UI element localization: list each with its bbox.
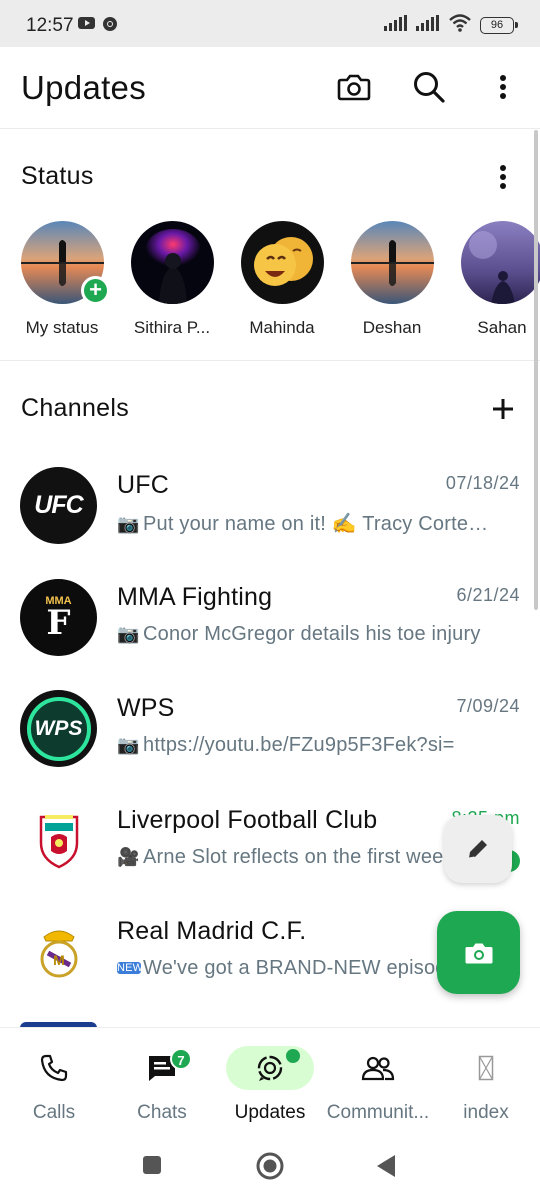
system-navigation-bar: [0, 1137, 540, 1200]
back-button[interactable]: [375, 1154, 397, 1178]
status-name: Sahan: [477, 318, 527, 337]
signal-icon: [384, 15, 408, 36]
add-channel-button[interactable]: [485, 391, 521, 427]
chrome-icon: [102, 16, 118, 37]
square-icon: [143, 1156, 161, 1174]
real-madrid-crest-icon: M: [40, 930, 77, 977]
wps-logo: WPS: [34, 716, 83, 740]
camera-button[interactable]: [334, 67, 374, 107]
more-vert-icon: [500, 75, 506, 99]
channel-row-wps[interactable]: WPS WPS 7/09/24 📷 https://youtu.be/FZu9p5…: [0, 690, 540, 802]
photo-icon: 📷: [117, 624, 140, 644]
channel-name: Liverpool Football Club: [117, 806, 378, 834]
status-item-mahinda[interactable]: Mahinda: [227, 221, 337, 338]
communities-icon: [361, 1056, 395, 1081]
more-options-button[interactable]: [483, 67, 523, 107]
home-button[interactable]: [255, 1151, 285, 1181]
status-name: My status: [25, 318, 99, 337]
avatar: [130, 221, 214, 304]
recents-button[interactable]: [142, 1155, 162, 1175]
status-name: Sithira P...: [133, 318, 211, 337]
avatar: [350, 221, 434, 304]
new-icon: NEW: [117, 962, 144, 974]
search-button[interactable]: [409, 67, 449, 107]
status-more-button[interactable]: [483, 160, 523, 194]
unread-count-badge: 7: [170, 1048, 192, 1070]
channel-name: MMA Fighting: [117, 583, 273, 611]
placeholder-icon: [478, 1055, 494, 1081]
nav-label: Calls: [32, 1102, 76, 1123]
liverpool-crest-icon: [39, 814, 78, 868]
new-text-status-button[interactable]: [444, 815, 512, 883]
battery-indicator: 96: [480, 17, 518, 34]
status-name: Deshan: [362, 318, 422, 337]
channel-date: 6/21/24: [456, 585, 520, 605]
status-item-sahan[interactable]: Sahan: [447, 221, 540, 338]
home-circle-icon: [256, 1152, 284, 1180]
photo-icon: 📷: [117, 514, 140, 534]
updates-icon: [257, 1055, 283, 1081]
nav-label: index: [463, 1102, 509, 1123]
divider: [0, 360, 540, 361]
channel-name: UFC: [117, 471, 169, 499]
more-vert-icon: [500, 165, 506, 189]
youtube-icon: [78, 16, 95, 35]
svg-text:M: M: [53, 952, 65, 968]
signal-icon-2: [416, 15, 440, 36]
ufc-logo: UFC: [34, 491, 83, 519]
channel-name: WPS: [117, 694, 175, 722]
plus-icon: [493, 399, 513, 419]
channel-row-mma-fighting[interactable]: MMA F MMA Fighting 6/21/24 📷 Conor McGreg…: [0, 579, 540, 691]
status-name: Mahinda: [249, 318, 315, 337]
nav-item-index[interactable]: index: [432, 1046, 540, 1124]
avatar: WPS: [20, 690, 97, 767]
photo-icon: 📷: [117, 735, 140, 755]
status-item-my-status[interactable]: + My status: [7, 221, 117, 338]
f-logo-icon: F: [46, 602, 71, 643]
nav-item-calls[interactable]: Calls: [0, 1046, 108, 1124]
wifi-icon: [448, 14, 472, 37]
bottom-navigation: Calls 7 Chats Updates Communit... index: [0, 1027, 540, 1137]
channel-name: Real Madrid C.F.: [117, 917, 307, 945]
nav-label: Communit...: [326, 1102, 430, 1123]
status-item-sithira[interactable]: Sithira P...: [117, 221, 227, 338]
phone-icon: [40, 1054, 68, 1082]
status-section-title: Status: [21, 162, 94, 190]
channel-preview: 📷Put your name on it! ✍️ Tracy Cortez, M…: [117, 513, 492, 535]
channel-row-ufc[interactable]: UFC UFC 07/18/24 📷 Put your name on it! ✍…: [0, 467, 540, 579]
channel-preview: NEWWe've got a BRAND-NEW episode: [117, 957, 458, 979]
nav-label: Updates: [234, 1102, 306, 1123]
avatar: [20, 802, 97, 879]
page-title: Updates: [21, 69, 147, 106]
channel-preview: 🎥 Arne Slot reflects on the first week: [117, 846, 454, 868]
pencil-icon: [468, 840, 487, 859]
back-triangle-icon: [377, 1155, 395, 1177]
clock: 12:57: [26, 15, 74, 36]
camera-status-button[interactable]: [437, 911, 520, 994]
search-icon: [414, 72, 445, 103]
status-item-deshan[interactable]: Deshan: [337, 221, 447, 338]
system-status-bar: 12:57 96: [0, 0, 540, 47]
channel-date: 7/09/24: [456, 696, 520, 716]
channels-section-title: Channels: [21, 394, 130, 422]
nav-item-chats[interactable]: 7 Chats: [108, 1046, 216, 1124]
avatar: [240, 221, 324, 304]
nav-label: Chats: [137, 1102, 187, 1123]
channel-preview: 📷 Conor McGregor details his toe injury: [117, 623, 481, 645]
scrollbar[interactable]: [534, 130, 538, 610]
channel-preview: 📷 https://youtu.be/FZu9p5F3Fek?si=: [117, 734, 455, 756]
nav-item-updates[interactable]: Updates: [216, 1046, 324, 1124]
add-status-icon[interactable]: +: [81, 276, 110, 305]
camera-icon: [337, 74, 371, 101]
channel-date: 07/18/24: [445, 473, 520, 493]
camera-icon: [465, 943, 492, 963]
avatar: UFC: [20, 467, 97, 544]
avatar: M: [20, 913, 97, 990]
app-header: Updates: [0, 47, 540, 129]
new-updates-dot: [286, 1049, 300, 1063]
video-icon: 🎥: [117, 847, 140, 867]
avatar: [460, 221, 540, 304]
nav-item-communities[interactable]: Communit...: [324, 1046, 432, 1124]
avatar: MMA F: [20, 579, 97, 656]
